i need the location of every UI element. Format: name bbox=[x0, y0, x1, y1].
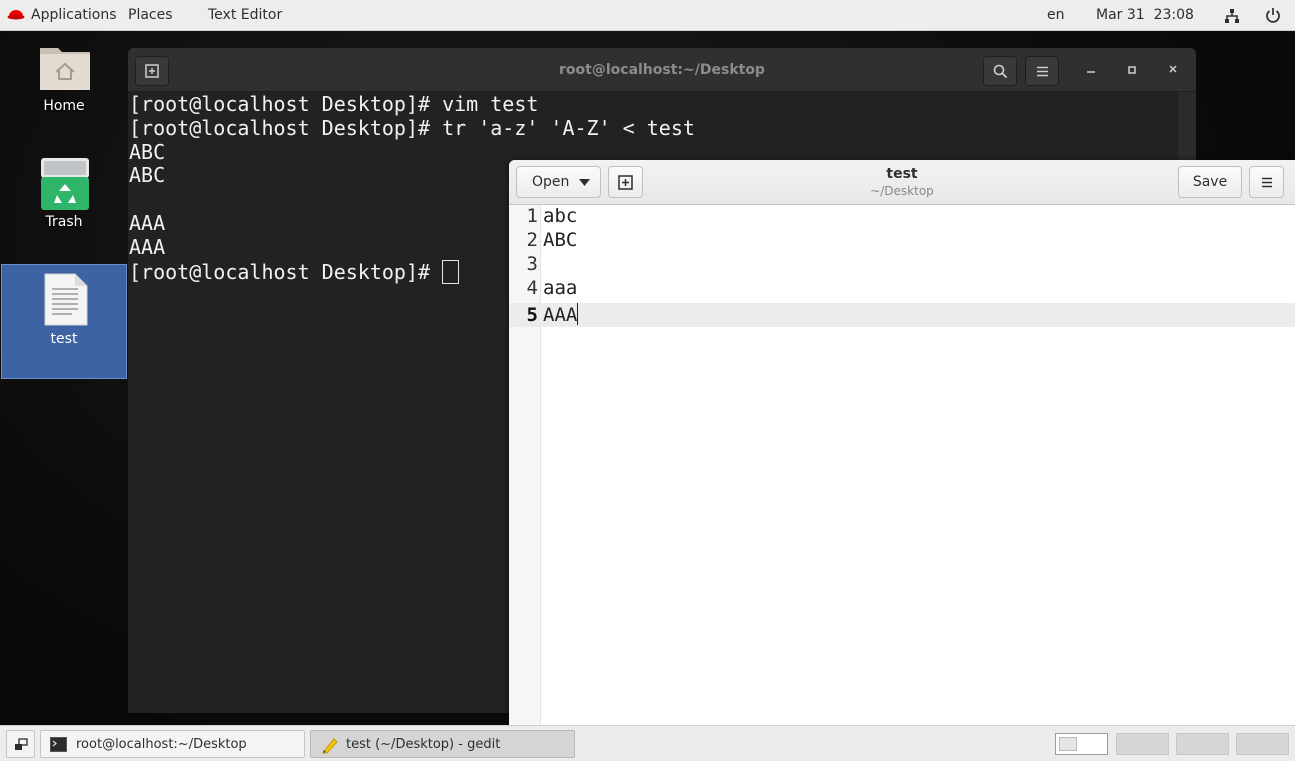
terminal-line: [root@localhost Desktop]# vim test bbox=[129, 92, 539, 116]
taskbar: root@localhost:~/Desktop test (~/Desktop… bbox=[0, 725, 1295, 761]
line-text[interactable]: aaa bbox=[543, 276, 577, 300]
minimize-icon[interactable] bbox=[1085, 64, 1097, 76]
terminal-prompt: [root@localhost Desktop]# bbox=[129, 259, 443, 284]
save-button-label: Save bbox=[1192, 174, 1228, 190]
editor-line[interactable]: 4 aaa bbox=[509, 276, 1295, 300]
desktop-icon-label: Home bbox=[43, 98, 85, 114]
taskbar-item-label: test (~/Desktop) - gedit bbox=[346, 737, 501, 752]
close-icon[interactable] bbox=[1167, 63, 1179, 75]
desktop-icon-label: Trash bbox=[45, 214, 83, 230]
line-text[interactable]: AAA bbox=[543, 304, 577, 326]
gedit-window[interactable]: Open test ~/Desktop Save 1 abc 2 ABC 3 4… bbox=[509, 160, 1295, 725]
desktop-icon-home[interactable]: Home bbox=[1, 40, 127, 130]
terminal-header-bar[interactable]: root@localhost:~/Desktop bbox=[128, 48, 1196, 92]
editor-line-current[interactable]: 5 AAA bbox=[509, 303, 1295, 327]
line-text[interactable]: abc bbox=[543, 204, 577, 228]
editor-line[interactable]: 2 ABC bbox=[509, 228, 1295, 252]
power-icon[interactable] bbox=[1265, 7, 1281, 23]
line-number: 4 bbox=[526, 277, 538, 299]
line-number: 2 bbox=[526, 229, 538, 251]
applications-menu[interactable]: Applications bbox=[31, 7, 117, 23]
text-cursor bbox=[577, 303, 579, 325]
workspace-3[interactable] bbox=[1176, 733, 1229, 755]
places-menu[interactable]: Places bbox=[128, 7, 173, 23]
redhat-logo-icon[interactable] bbox=[7, 9, 25, 20]
text-file-icon bbox=[44, 273, 88, 326]
line-number: 1 bbox=[526, 205, 538, 227]
top-bar: Applications Places Text Editor en Mar 3… bbox=[0, 0, 1295, 31]
editor-line[interactable]: 3 bbox=[509, 252, 1295, 276]
gedit-header-bar[interactable]: Open test ~/Desktop Save bbox=[509, 160, 1295, 205]
terminal-menu-button[interactable] bbox=[1025, 56, 1059, 86]
desktop-icon-label: test bbox=[50, 331, 78, 347]
hamburger-menu-icon bbox=[1037, 66, 1048, 77]
line-text[interactable]: ABC bbox=[543, 228, 577, 252]
workspace-1[interactable] bbox=[1055, 733, 1108, 755]
text-editor-icon bbox=[322, 738, 338, 754]
taskbar-item-terminal[interactable]: root@localhost:~/Desktop bbox=[40, 730, 305, 758]
workspace-4[interactable] bbox=[1236, 733, 1289, 755]
hamburger-menu-icon bbox=[1262, 177, 1272, 188]
network-icon[interactable] bbox=[1224, 8, 1240, 24]
terminal-cursor bbox=[442, 259, 460, 284]
taskbar-item-gedit[interactable]: test (~/Desktop) - gedit bbox=[310, 730, 575, 758]
workspace-2[interactable] bbox=[1116, 733, 1169, 755]
desktop-icon-test[interactable]: test bbox=[1, 264, 127, 379]
trash-icon bbox=[41, 158, 89, 210]
clock[interactable]: Mar 31 23:08 bbox=[1096, 7, 1194, 23]
terminal-icon bbox=[50, 737, 67, 752]
show-desktop-button[interactable] bbox=[6, 730, 35, 758]
desktop-icon-trash[interactable]: Trash bbox=[1, 155, 127, 245]
text-editor-app-menu[interactable]: Text Editor bbox=[208, 7, 282, 23]
line-number: 3 bbox=[526, 253, 538, 275]
line-text-with-cursor[interactable]: AAA bbox=[543, 303, 579, 327]
gedit-menu-button[interactable] bbox=[1249, 166, 1284, 198]
terminal-line: [root@localhost Desktop]# tr 'a-z' 'A-Z'… bbox=[129, 115, 695, 140]
maximize-icon[interactable] bbox=[1126, 64, 1138, 76]
editor-line[interactable]: 1 abc bbox=[509, 204, 1295, 228]
terminal-search-button[interactable] bbox=[983, 56, 1017, 86]
line-number: 5 bbox=[526, 304, 538, 326]
folder-home-icon bbox=[40, 48, 90, 90]
workspace-window-thumbnail bbox=[1059, 737, 1077, 751]
show-desktop-icon bbox=[15, 738, 28, 750]
language-indicator[interactable]: en bbox=[1047, 7, 1065, 23]
save-button[interactable]: Save bbox=[1178, 166, 1242, 198]
taskbar-item-label: root@localhost:~/Desktop bbox=[76, 737, 247, 752]
search-icon bbox=[993, 64, 1008, 79]
